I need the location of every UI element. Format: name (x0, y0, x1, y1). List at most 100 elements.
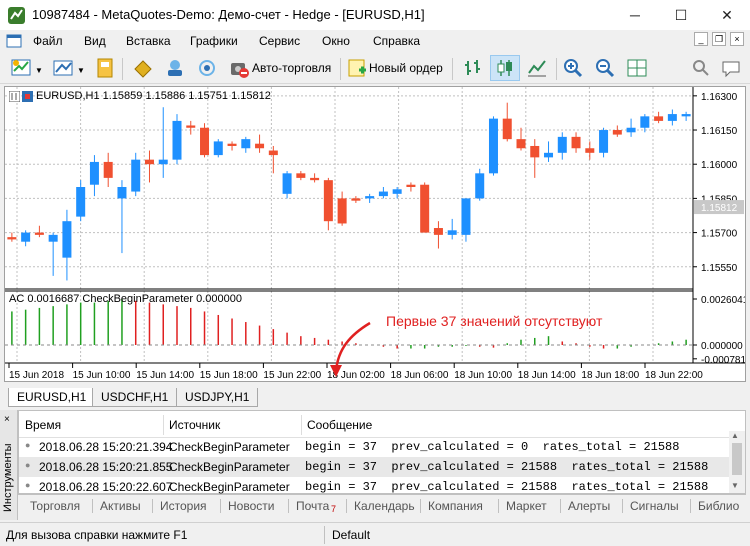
tab-eurusd[interactable]: EURUSD,H1 (8, 388, 96, 407)
tab-alerts[interactable]: Алерты (568, 499, 610, 513)
candle-body (131, 159, 141, 192)
scroll-up-icon[interactable]: ▲ (731, 431, 739, 440)
tab-news[interactable]: Новости (228, 499, 274, 513)
price-tick-label: 1.15550 (701, 263, 738, 274)
zoom-in-icon[interactable] (562, 57, 584, 79)
menu-insert[interactable]: Вставка (126, 34, 171, 48)
candle-body (406, 184, 416, 187)
line-chart-icon[interactable] (526, 57, 548, 79)
menu-charts[interactable]: Графики (190, 34, 238, 48)
menu-window[interactable]: Окно (322, 34, 350, 48)
templates-icon[interactable] (94, 57, 116, 79)
candle-body (447, 230, 457, 235)
col-source[interactable]: Источник (169, 418, 220, 432)
log-row[interactable]: ● 2018.06.28 15:20:21.394 CheckBeginPara… (19, 437, 729, 457)
mdi-restore-icon[interactable]: ❐ (712, 32, 726, 46)
col-message[interactable]: Сообщение (307, 418, 372, 432)
menu-tools[interactable]: Сервис (259, 34, 300, 48)
dropdown-arrow-icon[interactable]: ▼ (77, 66, 85, 75)
menu-file[interactable]: Файл (33, 34, 63, 48)
log-scrollbar[interactable]: ▲ ▼ (729, 431, 745, 493)
signal-icon[interactable] (196, 57, 218, 79)
dropdown-arrow-icon[interactable]: ▼ (35, 66, 43, 75)
candle-body (103, 161, 113, 178)
chart-window[interactable]: 1.16300 1.16150 1.16000 1.15850 1.15700 1.155… (4, 86, 746, 382)
toolbar-separator (452, 58, 453, 80)
candle-body (640, 116, 650, 128)
menu-view[interactable]: Вид (84, 34, 106, 48)
time-tick-label: 18 Jun 22:00 (645, 370, 703, 381)
autotrade-button[interactable]: Авто-торговля (252, 61, 331, 75)
tab-library[interactable]: Библио (698, 499, 739, 513)
scroll-thumb[interactable] (732, 443, 742, 475)
tab-mailbox[interactable]: Почта (296, 499, 329, 513)
candle-body (612, 130, 622, 135)
candlestick-icon[interactable] (494, 57, 516, 79)
new-order-icon[interactable] (346, 57, 368, 79)
tab-trade[interactable]: Торговля (30, 499, 80, 513)
candle-body (667, 114, 677, 121)
row-time: 2018.06.28 15:20:21.394 (39, 440, 173, 454)
toolbar-separator (556, 58, 557, 80)
status-help-text: Для вызова справки нажмите F1 (6, 528, 188, 542)
profiles-icon[interactable] (52, 57, 74, 79)
chat-icon[interactable] (720, 57, 742, 79)
candle-body (461, 198, 471, 235)
time-tick-label: 15 Jun 22:00 (263, 370, 321, 381)
tab-assets[interactable]: Активы (100, 499, 141, 513)
time-tick-label: 18 Jun 10:00 (454, 370, 512, 381)
tab-usdjpy[interactable]: USDJPY,H1 (176, 388, 259, 407)
candle-body (282, 173, 292, 194)
time-tick-label: 18 Jun 06:00 (391, 370, 449, 381)
row-bullet-icon: ● (25, 460, 31, 470)
candle-body (626, 127, 636, 133)
chart-header: EURUSD,H1 1.15859 1.15886 1.15751 1.1581… (36, 90, 271, 102)
new-order-button[interactable]: Новый ордер (369, 61, 443, 75)
log-row[interactable]: ● 2018.06.28 15:20:21.855 CheckBeginPara… (19, 457, 729, 477)
chart-window-icon[interactable] (6, 33, 22, 49)
toolbox-side-label[interactable]: Инструменты (2, 443, 14, 512)
navigator-icon[interactable] (164, 57, 186, 79)
tab-history[interactable]: История (160, 499, 207, 513)
tab-usdchf[interactable]: USDCHF,H1 (92, 388, 178, 407)
annotation-arrow (334, 321, 371, 372)
candle-body (89, 161, 99, 185)
candle-body (475, 173, 485, 199)
candle-body (378, 191, 388, 197)
chart-mode-icon (9, 91, 20, 102)
candle-body (21, 232, 31, 242)
candle-body (544, 152, 554, 158)
menu-help[interactable]: Справка (373, 34, 420, 48)
mdi-minimize-icon[interactable]: _ (694, 32, 708, 46)
app-icon (8, 7, 25, 24)
toolbox-close-icon[interactable]: × (4, 414, 10, 425)
candle-body (158, 159, 168, 165)
col-time[interactable]: Время (25, 418, 61, 432)
new-chart-icon[interactable] (10, 57, 32, 79)
tab-calendar[interactable]: Календарь (354, 499, 415, 513)
chart-tabs: EURUSD,H1 USDCHF,H1 USDJPY,H1 (4, 386, 746, 408)
tab-company[interactable]: Компания (428, 499, 483, 513)
price-tick-label: 1.16300 (701, 92, 738, 103)
indicator-tick-label: 0.0026041 (701, 295, 745, 306)
autotrade-icon[interactable] (228, 57, 250, 79)
log-header: Время Источник Сообщение (19, 411, 729, 438)
close-button[interactable]: ✕ (704, 0, 750, 30)
minimize-button[interactable]: ─ (612, 0, 658, 30)
candle-body (255, 143, 265, 149)
search-icon[interactable] (690, 57, 712, 79)
toolbar: ▼ ▼ Авто-торговля Новый ордер (0, 52, 750, 84)
mdi-close-icon[interactable]: × (730, 32, 744, 46)
bar-chart-icon[interactable] (462, 57, 484, 79)
tab-signals[interactable]: Сигналы (630, 499, 679, 513)
tab-market[interactable]: Маркет (506, 499, 547, 513)
scroll-down-icon[interactable]: ▼ (731, 481, 739, 490)
zoom-out-icon[interactable] (594, 57, 616, 79)
chart-canvas[interactable]: 1.163001.161501.160001.158501.157001.155… (5, 87, 745, 381)
maximize-button[interactable]: ☐ (658, 0, 704, 30)
candle-body (7, 237, 17, 240)
candle-body (200, 127, 210, 156)
tile-windows-icon[interactable] (626, 57, 648, 79)
market-watch-icon[interactable] (132, 57, 154, 79)
status-bar: Для вызова справки нажмите F1 Default (0, 522, 750, 546)
